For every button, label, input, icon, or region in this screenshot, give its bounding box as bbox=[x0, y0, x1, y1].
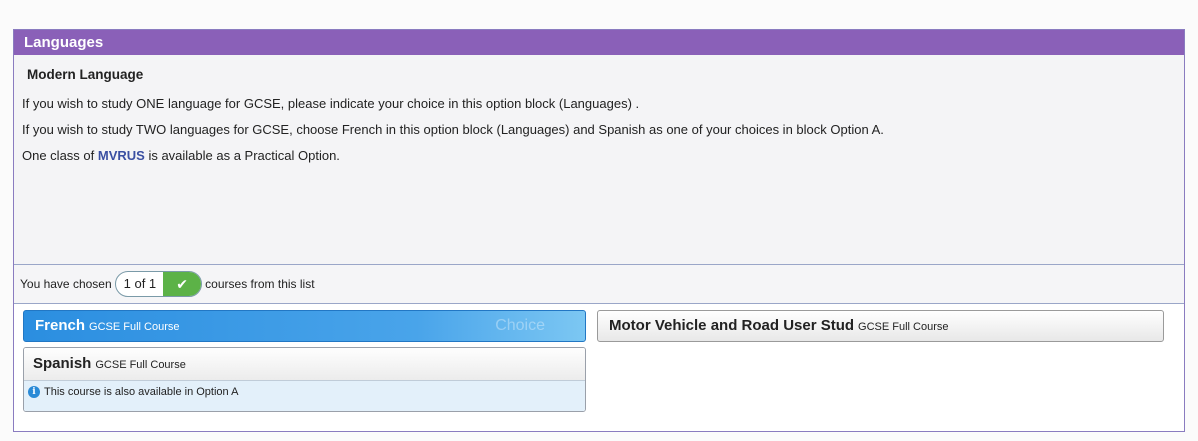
description-line-1: If you wish to study ONE language for GC… bbox=[22, 96, 640, 111]
description-line-2: If you wish to study TWO languages for G… bbox=[22, 122, 884, 137]
course-option-spanish[interactable]: Spanish GCSE Full Course i This course is… bbox=[23, 347, 586, 412]
block-description: Modern Language If you wish to study ONE… bbox=[14, 55, 1184, 264]
selection-count-badge: 1 of 1 ✔ bbox=[114, 271, 203, 297]
course-option-motor-vehicle[interactable]: Motor Vehicle and Road User Stud GCSE Ful… bbox=[597, 310, 1164, 342]
course-options: French GCSE Full Course Choice Motor Vehi… bbox=[14, 303, 1184, 431]
choice-overlay: Choice bbox=[495, 317, 545, 334]
status-suffix: courses from this list bbox=[205, 277, 315, 291]
description-heading: Modern Language bbox=[27, 67, 144, 82]
course-kind: GCSE Full Course bbox=[95, 359, 186, 371]
description-line-3: One class of MVRUS is available as a Pra… bbox=[22, 136, 1176, 162]
panel-title: Languages bbox=[14, 30, 1184, 55]
course-kind: GCSE Full Course bbox=[89, 321, 180, 333]
info-icon: i bbox=[28, 386, 40, 398]
course-name: Motor Vehicle and Road User Stud bbox=[609, 317, 855, 334]
selection-count: 1 of 1 bbox=[123, 276, 157, 291]
line3-suffix: is available as a Practical Option. bbox=[144, 148, 340, 163]
course-note: i This course is also available in Optio… bbox=[24, 380, 585, 411]
line3-prefix: One class of bbox=[22, 148, 98, 163]
course-name: French bbox=[35, 317, 86, 334]
course-option-french[interactable]: French GCSE Full Course Choice bbox=[23, 310, 586, 342]
status-prefix: You have chosen bbox=[20, 277, 112, 291]
selection-status: You have chosen 1 of 1 ✔ courses from th… bbox=[14, 264, 1184, 303]
mvrus-link[interactable]: MVRUS bbox=[98, 148, 145, 163]
course-name: Spanish bbox=[33, 355, 92, 372]
course-kind: GCSE Full Course bbox=[858, 321, 949, 333]
course-header: Spanish GCSE Full Course bbox=[24, 348, 585, 380]
check-icon: ✔ bbox=[163, 272, 202, 296]
course-note-text: This course is also available in Option … bbox=[44, 386, 239, 398]
option-block-panel: Languages Modern Language If you wish to… bbox=[13, 29, 1185, 432]
